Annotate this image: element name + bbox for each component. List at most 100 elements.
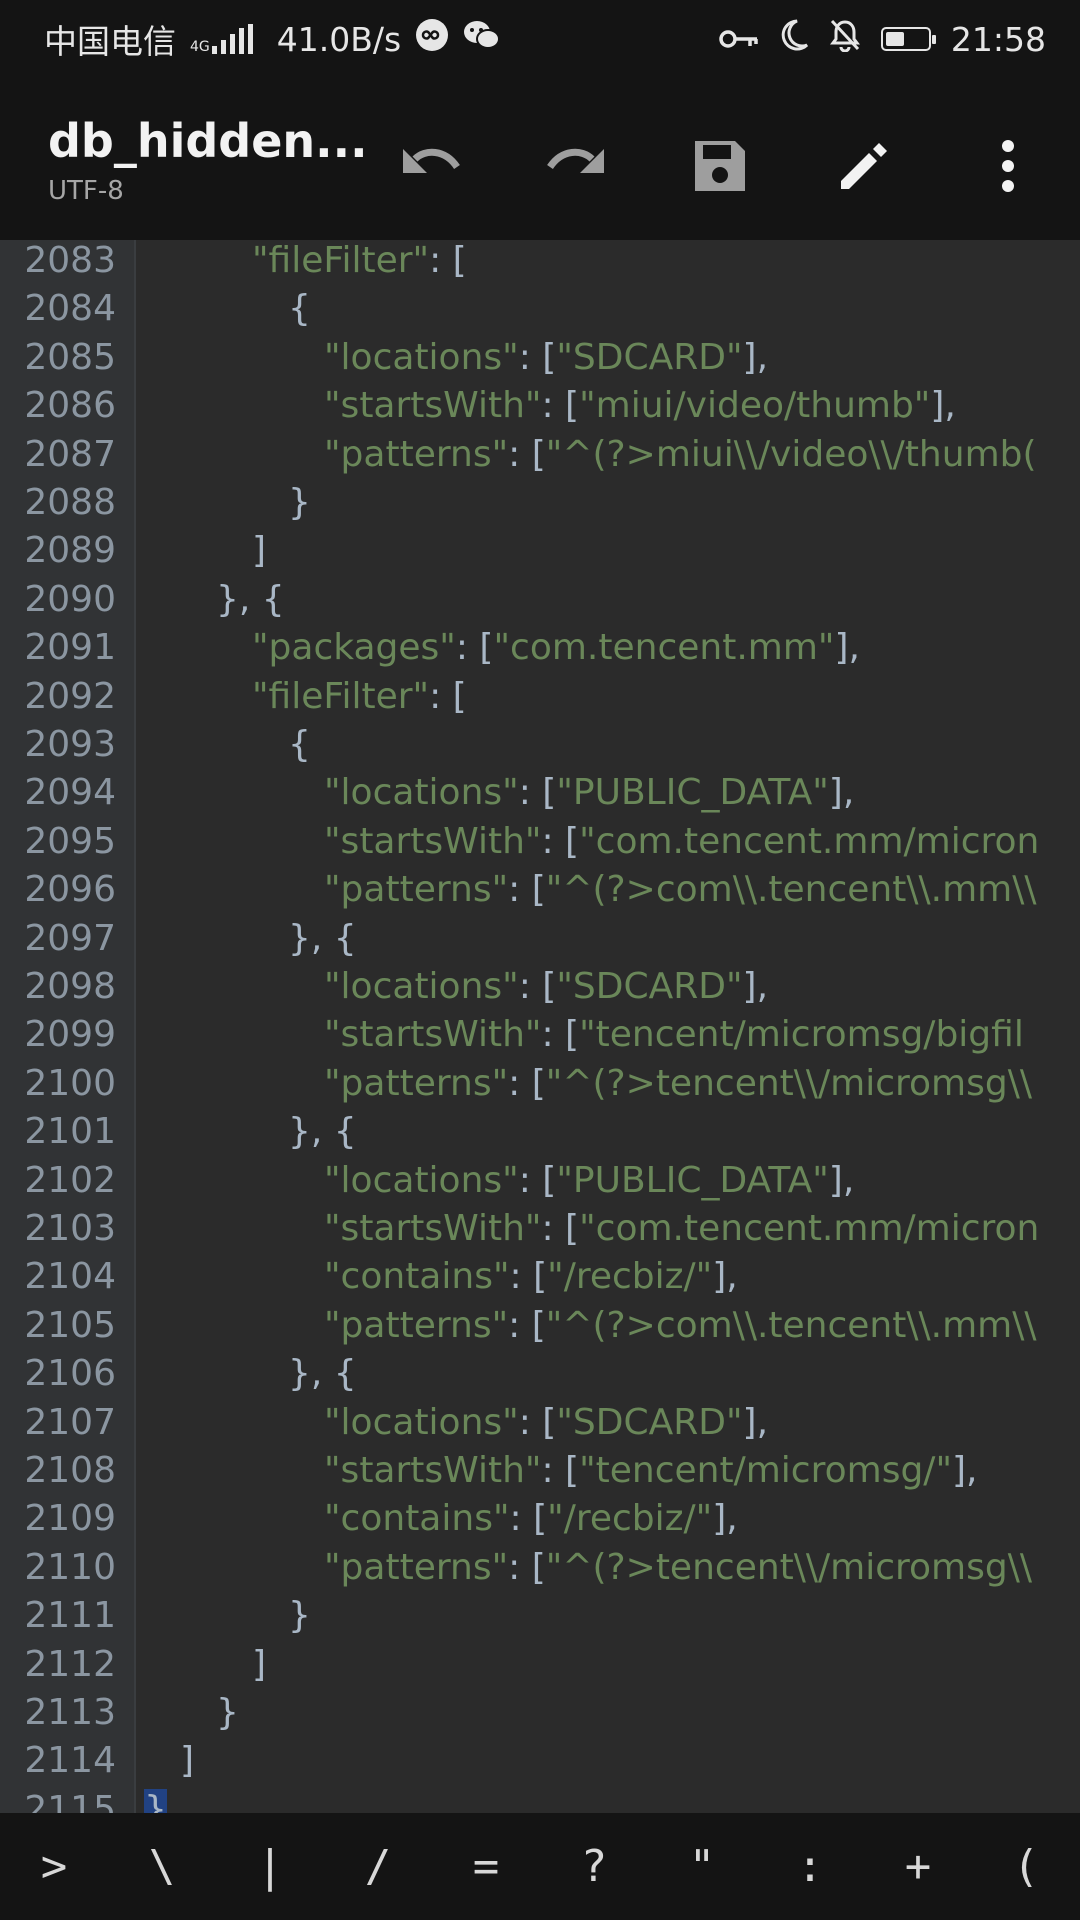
network-type-label: 4G — [190, 39, 210, 55]
code-text: "startsWith": ["miui/video/thumb"], — [324, 382, 956, 430]
code-text: "contains": ["/recbiz/"], — [324, 1495, 738, 1543]
code-line[interactable]: 2099 "startsWith": ["tencent/micromsg/big… — [0, 1011, 1080, 1059]
line-number: 2113 — [24, 1692, 116, 1733]
punctuation-token: ], — [712, 1256, 738, 1298]
code-line[interactable]: 2084 { — [0, 285, 1080, 333]
code-line[interactable]: 2101 }, { — [0, 1108, 1080, 1156]
line-number: 2100 — [24, 1062, 116, 1104]
symbol-key[interactable]: + — [864, 1841, 972, 1892]
code-editor[interactable]: 2083 "fileFilter": [2084 {2085 "locations":… — [0, 240, 1080, 1813]
symbol-key[interactable]: > — [0, 1841, 108, 1892]
punctuation-token: : [ — [455, 627, 494, 669]
punctuation-token: ], — [828, 772, 855, 814]
code-line[interactable]: 2087 "patterns": ["^(?>miui\\/video\\/thu… — [0, 431, 1080, 479]
line-number: 2098 — [24, 966, 116, 1007]
line-number: 2106 — [24, 1353, 116, 1395]
string-token: "startsWith" — [324, 1208, 542, 1249]
code-line[interactable]: 2086 "startsWith": ["miui/video/thumb"], — [0, 382, 1080, 430]
string-token: "com.tencent.mm/micron — [579, 1208, 1040, 1249]
symbol-key[interactable]: : — [756, 1841, 864, 1892]
undo-button[interactable] — [390, 124, 474, 208]
code-line[interactable]: 2097}, { — [0, 915, 1080, 963]
code-line[interactable]: 2115} — [0, 1786, 1080, 1813]
code-line[interactable]: 2088} — [0, 479, 1080, 527]
string-token: "contains" — [324, 1498, 510, 1540]
signal-icon: 4G — [190, 24, 253, 54]
punctuation-token: { — [288, 724, 311, 765]
symbol-key[interactable]: | — [216, 1841, 324, 1892]
code-text: "patterns": ["^(?>miui\\/video\\/thumb( — [324, 431, 1037, 479]
line-number: 2101 — [24, 1111, 116, 1153]
string-token: "startsWith" — [324, 385, 542, 427]
string-token: "patterns" — [324, 1304, 509, 1346]
code-line[interactable]: 2109 "contains": ["/recbiz/"], — [0, 1495, 1080, 1543]
punctuation-token: : [ — [429, 675, 467, 717]
code-line[interactable]: 2106}, { — [0, 1350, 1080, 1398]
punctuation-token: ], — [930, 385, 956, 427]
string-token: "^(?>miui\\/video\\/thumb( — [545, 433, 1037, 475]
code-line[interactable]: 2103 "startsWith": ["com.tencent.mm/micro… — [0, 1205, 1080, 1253]
file-title[interactable]: db_hidden... — [48, 114, 368, 168]
symbol-key[interactable]: ( — [972, 1841, 1080, 1892]
symbol-key[interactable]: ? — [540, 1841, 648, 1892]
encoding-label[interactable]: UTF-8 — [48, 176, 124, 206]
code-line[interactable]: 2102 "locations": ["PUBLIC_DATA"], — [0, 1157, 1080, 1205]
code-line[interactable]: 2093 { — [0, 721, 1080, 769]
save-button[interactable] — [678, 124, 762, 208]
code-text: "patterns": ["^(?>tencent\\/micromsg\\ — [324, 1060, 1032, 1108]
line-number: 2103 — [24, 1208, 116, 1249]
punctuation-token: } — [288, 1595, 311, 1637]
symbol-key[interactable]: / — [324, 1841, 432, 1892]
string-token: "^(?>tencent\\/micromsg\\ — [545, 1546, 1032, 1588]
text-cursor: } — [144, 1788, 167, 1813]
code-line[interactable]: 2096 "patterns": ["^(?>com\\.tencent\\.mm… — [0, 866, 1080, 914]
line-number: 2114 — [24, 1740, 116, 1782]
code-line[interactable]: 2095 "startsWith": ["com.tencent.mm/micro… — [0, 818, 1080, 866]
line-number: 2096 — [24, 869, 116, 911]
code-line[interactable]: 2107 "locations": ["SDCARD"], — [0, 1399, 1080, 1447]
code-line[interactable]: 2094 "locations": ["PUBLIC_DATA"], — [0, 769, 1080, 817]
code-line[interactable]: 2112] — [0, 1641, 1080, 1689]
symbol-key[interactable]: \ — [108, 1841, 216, 1892]
code-text: "startsWith": ["tencent/micromsg/bigfil — [324, 1011, 1024, 1059]
line-number: 2084 — [24, 288, 116, 330]
battery-icon — [880, 27, 936, 51]
code-line[interactable]: 2085 "locations": ["SDCARD"], — [0, 334, 1080, 382]
line-number: 2115 — [24, 1788, 116, 1813]
code-text: ] — [252, 1641, 266, 1689]
edit-button[interactable] — [822, 124, 906, 208]
code-line[interactable]: 2113} — [0, 1689, 1080, 1737]
code-text: } — [216, 1689, 239, 1737]
code-text: }, { — [288, 1108, 357, 1156]
string-token: "tencent/micromsg/bigfil — [579, 1014, 1024, 1056]
code-line[interactable]: 2098 "locations": ["SDCARD"], — [0, 963, 1080, 1011]
code-line[interactable]: 2092 "fileFilter": [ — [0, 673, 1080, 721]
string-token: "PUBLIC_DATA" — [556, 1159, 829, 1201]
code-line[interactable]: 2091 "packages": ["com.tencent.mm"], — [0, 624, 1080, 672]
code-line[interactable]: 2104 "contains": ["/recbiz/"], — [0, 1253, 1080, 1301]
code-text: "startsWith": ["com.tencent.mm/micron — [324, 1205, 1039, 1253]
code-line[interactable]: 2105 "patterns": ["^(?>com\\.tencent\\.mm… — [0, 1302, 1080, 1350]
code-line[interactable]: 2090}, { — [0, 576, 1080, 624]
punctuation-token: { — [288, 288, 311, 330]
punctuation-token: : [ — [541, 820, 580, 862]
code-line[interactable]: 2089] — [0, 527, 1080, 575]
redo-button[interactable] — [533, 124, 617, 208]
code-line[interactable]: 2083 "fileFilter": [ — [0, 240, 1080, 285]
punctuation-token: }, { — [216, 578, 285, 620]
code-line[interactable]: 2108 "startsWith": ["tencent/micromsg/"], — [0, 1447, 1080, 1495]
net-speed-label: 41.0B/s — [276, 19, 402, 59]
more-menu-button[interactable] — [966, 124, 1050, 208]
line-number: 2087 — [24, 433, 116, 475]
code-line[interactable]: 2100 "patterns": ["^(?>tencent\\/micromsg… — [0, 1060, 1080, 1108]
string-token: "^(?>tencent\\/micromsg\\ — [545, 1062, 1032, 1104]
punctuation-token: : [ — [509, 1498, 548, 1540]
code-line[interactable]: 2114] — [0, 1737, 1080, 1785]
string-token: "SDCARD" — [556, 1401, 743, 1443]
code-line[interactable]: 2111} — [0, 1592, 1080, 1640]
line-number: 2109 — [24, 1498, 116, 1540]
symbol-key[interactable]: = — [432, 1841, 540, 1892]
code-text: "locations": ["SDCARD"], — [324, 963, 768, 1011]
code-line[interactable]: 2110 "patterns": ["^(?>tencent\\/micromsg… — [0, 1544, 1080, 1592]
symbol-key[interactable]: " — [648, 1841, 756, 1892]
